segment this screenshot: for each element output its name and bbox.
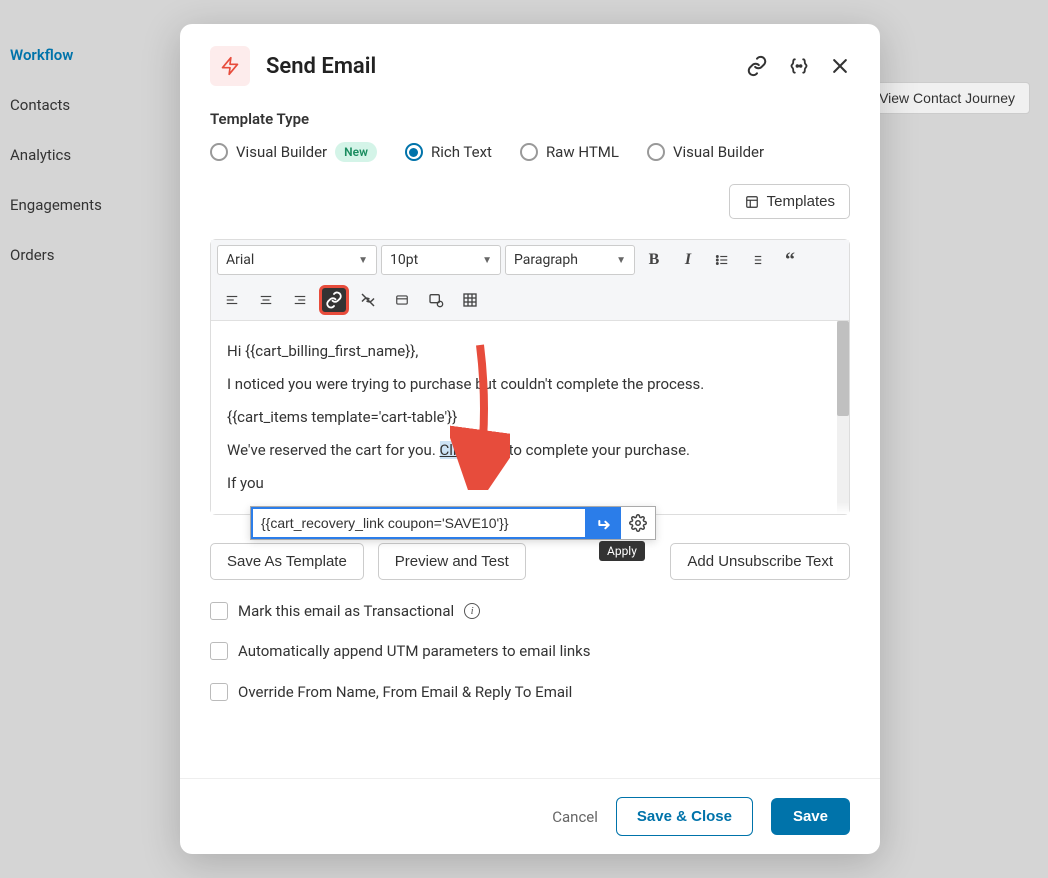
italic-button[interactable]: I — [673, 245, 703, 275]
insert-link-button[interactable] — [319, 285, 349, 315]
link-url-input[interactable] — [251, 507, 587, 539]
insert-image-button[interactable] — [387, 285, 417, 315]
scrollbar-track[interactable] — [837, 321, 849, 514]
bold-button[interactable]: B — [639, 245, 669, 275]
insert-link-popup: Apply — [250, 506, 656, 540]
blockquote-button[interactable]: “ — [775, 245, 805, 275]
modal-body: Template Type Visual Builder New Rich Te… — [180, 100, 880, 778]
sidebar-item-orders[interactable]: Orders — [10, 238, 170, 272]
save-as-template-button[interactable]: Save As Template — [210, 543, 364, 580]
scrollbar-thumb[interactable] — [837, 321, 849, 416]
apply-tooltip: Apply — [599, 541, 645, 561]
sidebar-item-engagements[interactable]: Engagements — [10, 188, 170, 222]
radio-rich-text[interactable]: Rich Text — [405, 143, 492, 161]
rich-text-editor: Arial▼ 10pt▼ Paragraph▼ B I “ — [210, 239, 850, 515]
selected-link-text[interactable]: Click here — [440, 441, 505, 459]
modal-title: Send Email — [266, 54, 746, 79]
bolt-icon — [210, 46, 250, 86]
number-list-button[interactable] — [741, 245, 771, 275]
unlink-button[interactable] — [353, 285, 383, 315]
block-format-select[interactable]: Paragraph▼ — [505, 245, 635, 275]
radio-icon — [647, 143, 665, 161]
transactional-checkbox-row: Mark this email as Transactional i — [210, 602, 850, 620]
send-email-modal: Send Email Template Type Visual Builder … — [180, 24, 880, 854]
sidebar-item-contacts[interactable]: Contacts — [10, 88, 170, 122]
add-unsubscribe-button[interactable]: Add Unsubscribe Text — [670, 543, 850, 580]
radio-visual-builder-new[interactable]: Visual Builder New — [210, 142, 377, 162]
modal-footer: Cancel Save & Close Save — [180, 778, 880, 854]
radio-icon — [405, 143, 423, 161]
close-icon[interactable] — [830, 56, 850, 76]
radio-icon — [520, 143, 538, 161]
templates-label: Templates — [767, 193, 835, 210]
align-right-button[interactable] — [285, 285, 315, 315]
sidebar-item-analytics[interactable]: Analytics — [10, 138, 170, 172]
utm-checkbox-row: Automatically append UTM parameters to e… — [210, 642, 850, 660]
insert-media-button[interactable] — [421, 285, 451, 315]
override-label: Override From Name, From Email & Reply T… — [238, 683, 572, 701]
insert-table-button[interactable] — [455, 285, 485, 315]
info-icon[interactable]: i — [464, 603, 480, 619]
align-center-button[interactable] — [251, 285, 281, 315]
modal-header: Send Email — [180, 24, 880, 100]
font-family-select[interactable]: Arial▼ — [217, 245, 377, 275]
utm-label: Automatically append UTM parameters to e… — [238, 642, 591, 660]
preview-and-test-button[interactable]: Preview and Test — [378, 543, 526, 580]
link-icon[interactable] — [746, 55, 768, 77]
link-settings-button[interactable] — [621, 507, 655, 539]
editor-toolbar: Arial▼ 10pt▼ Paragraph▼ B I “ — [211, 240, 849, 321]
editor-content[interactable]: Hi {{cart_billing_first_name}}, I notice… — [211, 321, 849, 514]
sidebar: Workflow Contacts Analytics Engagements … — [10, 38, 170, 288]
cancel-button[interactable]: Cancel — [552, 808, 598, 826]
align-left-button[interactable] — [217, 285, 247, 315]
font-size-select[interactable]: 10pt▼ — [381, 245, 501, 275]
radio-label: Visual Builder — [673, 143, 764, 161]
sidebar-item-workflow[interactable]: Workflow — [10, 38, 170, 72]
transactional-label: Mark this email as Transactional — [238, 602, 454, 620]
template-type-radios: Visual Builder New Rich Text Raw HTML Vi… — [210, 142, 850, 162]
save-and-close-button[interactable]: Save & Close — [616, 797, 753, 836]
new-badge: New — [335, 142, 377, 162]
view-contact-journey-button[interactable]: View Contact Journey — [864, 82, 1030, 114]
radio-label: Raw HTML — [546, 143, 619, 161]
bullet-list-button[interactable] — [707, 245, 737, 275]
override-checkbox[interactable] — [210, 683, 228, 701]
radio-visual-builder[interactable]: Visual Builder — [647, 143, 764, 161]
radio-label: Visual Builder — [236, 143, 327, 161]
radio-raw-html[interactable]: Raw HTML — [520, 143, 619, 161]
templates-button[interactable]: Templates — [729, 184, 850, 219]
save-button[interactable]: Save — [771, 798, 850, 835]
radio-icon — [210, 143, 228, 161]
radio-label: Rich Text — [431, 143, 492, 161]
apply-link-button[interactable] — [587, 507, 621, 539]
merge-tags-icon[interactable] — [788, 56, 810, 76]
utm-checkbox[interactable] — [210, 642, 228, 660]
template-type-label: Template Type — [210, 110, 850, 128]
override-checkbox-row: Override From Name, From Email & Reply T… — [210, 682, 850, 702]
transactional-checkbox[interactable] — [210, 602, 228, 620]
